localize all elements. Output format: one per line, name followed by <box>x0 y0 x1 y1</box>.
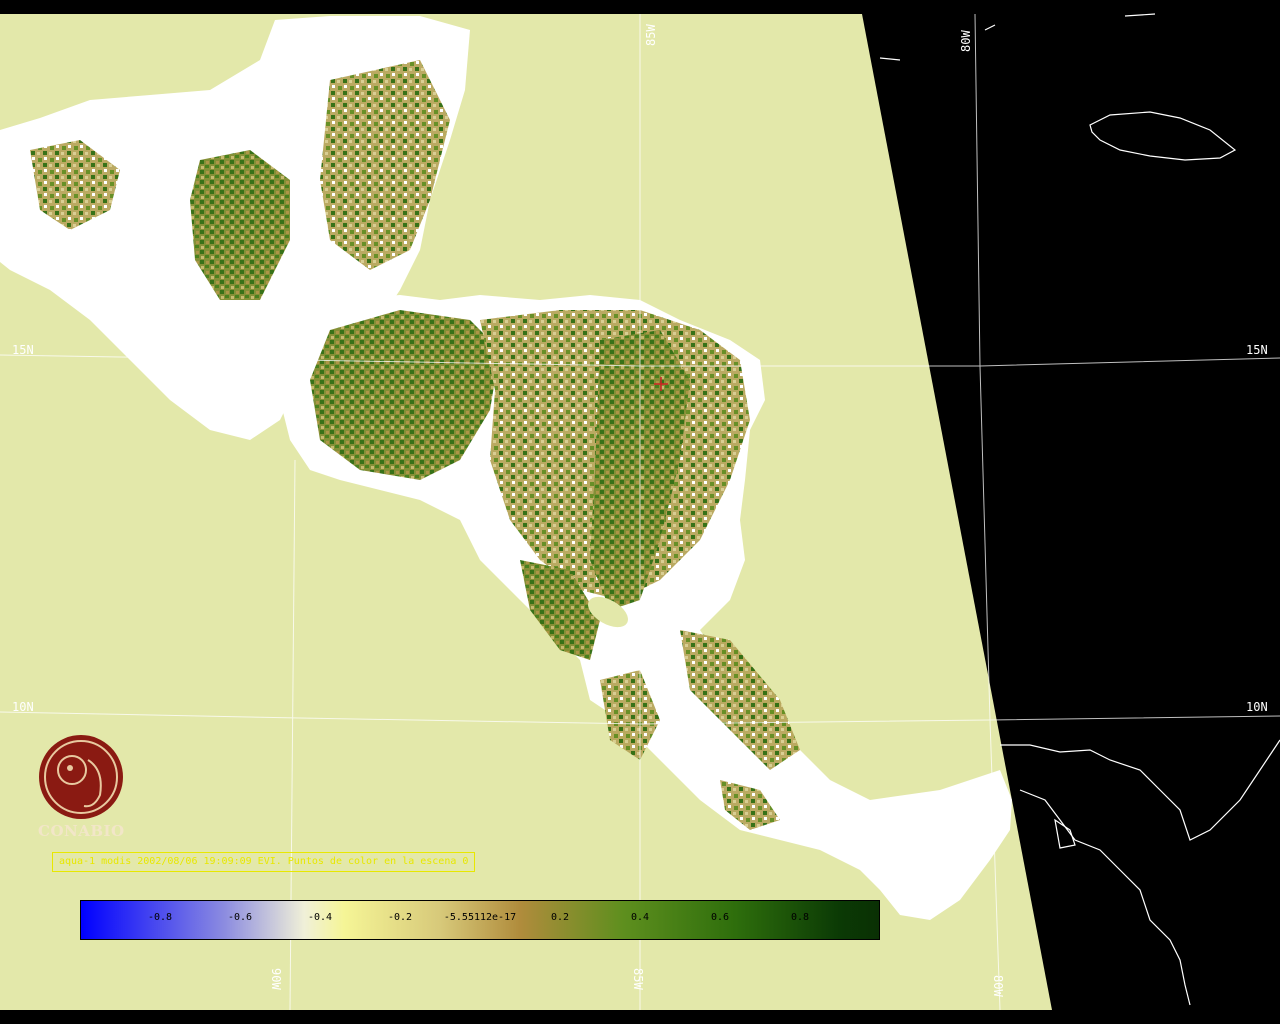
conabio-logo-icon <box>39 735 123 819</box>
colorbar-tick-label: -0.8 <box>147 912 173 923</box>
colorbar-tick-label: -0.2 <box>387 912 413 923</box>
lon-label-85w-top: 85W <box>644 24 658 46</box>
colorbar-tick-label: 0.6 <box>710 912 730 923</box>
scene-caption: aqua-1 modis 2002/08/06 19:09:09 EVI. Pu… <box>52 852 476 872</box>
lat-label-10n-left: 10N <box>12 700 34 714</box>
colorbar-tick-label: -0.4 <box>307 912 333 923</box>
lon-label-80w-top: 80W <box>959 30 973 52</box>
lon-label-80w-bottom: 80W <box>991 975 1005 997</box>
colorbar-tick-label: -0.6 <box>227 912 253 923</box>
lon-label-85w-bottom: 85W <box>631 968 645 990</box>
colorbar-tick-label: 0.4 <box>630 912 650 923</box>
conabio-logo-text: CONABIO <box>38 822 125 840</box>
lat-label-15n-right: 15N <box>1246 343 1268 357</box>
colorbar-tick-label: 0.8 <box>790 912 810 923</box>
lat-label-10n-right: 10N <box>1246 700 1268 714</box>
colorbar-tick-label: -5.55112e-17 <box>443 912 517 923</box>
colorbar-tick-label: 0.2 <box>550 912 570 923</box>
lat-label-15n-left: 15N <box>12 343 34 357</box>
lon-label-90w-bottom: 90W <box>269 968 283 990</box>
